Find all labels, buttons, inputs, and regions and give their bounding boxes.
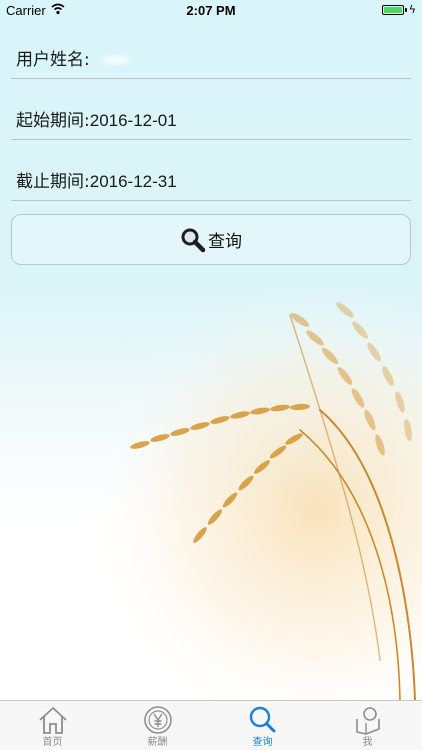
user-name-value [95,53,136,67]
home-icon [38,707,67,734]
end-period-value[interactable]: 2016-12-31 [90,172,177,191]
battery-icon [382,5,407,15]
tab-query-label: 查询 [252,737,273,748]
tab-salary-label: 薪酬 [147,737,168,748]
status-bar: Carrier 2:07 PM ϟ [0,0,422,20]
query-button[interactable]: 查询 [11,214,411,265]
clock: 2:07 PM [186,3,236,18]
end-period-label: 截止期间: [16,172,90,192]
search-icon [181,228,206,252]
start-period-label: 起始期间: [16,111,90,131]
wheat-background-image [0,280,422,700]
tab-query[interactable]: 查询 [210,701,315,750]
tab-me-label: 我 [362,737,373,748]
tab-bar: 首页 薪酬 查询 我 [0,700,422,750]
start-period-row[interactable]: 起始期间:2016-12-01 [11,80,411,140]
end-period-row[interactable]: 截止期间:2016-12-31 [11,141,411,201]
query-button-label: 查询 [208,232,242,252]
user-name-label: 用户姓名: [16,50,90,70]
yen-coin-icon [143,706,172,734]
tab-home-label: 首页 [42,737,63,748]
tab-home[interactable]: 首页 [0,701,105,750]
charging-icon: ϟ [408,3,416,16]
tab-salary[interactable]: 薪酬 [105,701,210,750]
app-screen: Carrier 2:07 PM ϟ 用户姓名: 起始期间:2016-12-01 … [0,0,422,750]
user-name-row: 用户姓名: [11,19,411,79]
tab-me[interactable]: 我 [315,701,420,750]
search-icon [249,706,275,733]
start-period-value[interactable]: 2016-12-01 [90,111,177,130]
profile-icon [355,707,380,735]
